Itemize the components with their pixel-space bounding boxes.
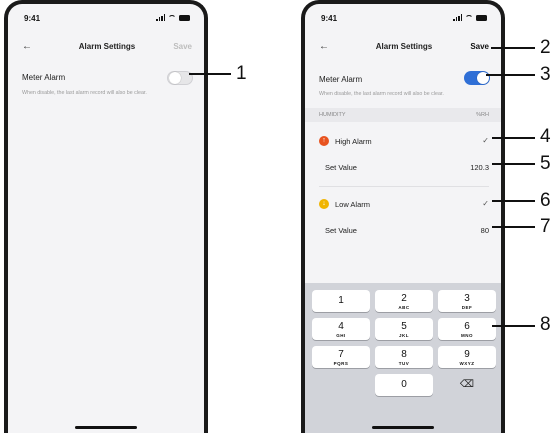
callout-line-3	[486, 74, 535, 76]
callout-6: 6	[540, 190, 551, 211]
checkmark-icon[interactable]: ✓	[482, 136, 489, 145]
high-alarm-label: High Alarm	[335, 137, 372, 146]
wifi-icon	[465, 14, 473, 21]
low-set-value-row[interactable]: Set Value 80	[319, 225, 489, 237]
key-4[interactable]: 4 GHI	[312, 318, 370, 340]
callout-line-6	[492, 200, 535, 202]
high-set-value[interactable]: 120.3	[470, 163, 489, 172]
low-alarm-label: Low Alarm	[335, 200, 371, 209]
status-bar: 9:41	[321, 14, 487, 26]
phone-screen-alarm-on: 9:41 ← Alarm Settings Save Meter Alarm W…	[301, 0, 505, 433]
backspace-icon[interactable]: ⌫	[438, 374, 496, 396]
nav-bar: ← Alarm Settings Save	[319, 40, 489, 56]
callout-line-1	[189, 73, 231, 75]
key-3[interactable]: 3 DEF	[438, 290, 496, 312]
section-title: HUMIDITY	[319, 112, 346, 118]
home-indicator	[75, 426, 137, 429]
low-set-value[interactable]: 80	[481, 226, 489, 235]
save-button[interactable]: Save	[470, 42, 489, 51]
callout-line-7	[492, 226, 535, 228]
callout-4: 4	[540, 126, 551, 147]
status-time: 9:41	[321, 14, 338, 23]
callout-5: 5	[540, 153, 551, 174]
callout-1: 1	[236, 63, 247, 84]
callout-7: 7	[540, 216, 551, 237]
arrow-down-icon: ↓	[319, 199, 329, 209]
key-0[interactable]: 0	[375, 374, 433, 396]
meter-alarm-hint: When disable, the last alarm record will…	[22, 90, 147, 96]
status-bar: 9:41	[24, 14, 190, 26]
key-5[interactable]: 5 JKL	[375, 318, 433, 340]
callout-3: 3	[540, 64, 551, 85]
meter-alarm-label: Meter Alarm	[319, 75, 363, 84]
callout-line-5	[492, 163, 535, 165]
divider	[319, 186, 489, 187]
humidity-section-header: HUMIDITY %RH	[305, 108, 501, 122]
section-unit: %RH	[476, 112, 489, 118]
high-alarm-row[interactable]: ↑ High Alarm ✓	[319, 136, 489, 148]
callout-8: 8	[540, 314, 551, 335]
callout-line-4	[492, 137, 535, 139]
status-icons	[156, 14, 190, 21]
key-7[interactable]: 7 PQRS	[312, 346, 370, 368]
key-9[interactable]: 9 WXYZ	[438, 346, 496, 368]
nav-bar: ← Alarm Settings Save	[22, 40, 192, 56]
wifi-icon	[168, 14, 176, 21]
set-value-label: Set Value	[325, 163, 357, 172]
key-8[interactable]: 8 TUV	[375, 346, 433, 368]
callout-line-2	[491, 47, 535, 49]
callout-line-8	[492, 325, 535, 327]
checkmark-icon[interactable]: ✓	[482, 199, 489, 208]
status-icons	[453, 14, 487, 21]
toggle-knob	[169, 72, 181, 84]
signal-icon	[156, 14, 165, 21]
meter-alarm-label: Meter Alarm	[22, 73, 66, 82]
status-time: 9:41	[24, 14, 41, 23]
arrow-up-icon: ↑	[319, 136, 329, 146]
key-6[interactable]: 6 MNO	[438, 318, 496, 340]
meter-alarm-hint: When disable, the last alarm record will…	[319, 91, 444, 97]
key-1[interactable]: 1	[312, 290, 370, 312]
callout-2: 2	[540, 37, 551, 58]
low-alarm-row[interactable]: ↓ Low Alarm ✓	[319, 199, 489, 211]
signal-icon	[453, 14, 462, 21]
page-title: Alarm Settings	[78, 42, 136, 51]
phone-screen-alarm-off: 9:41 ← Alarm Settings Save Meter Alarm W…	[4, 0, 208, 433]
home-indicator	[372, 426, 434, 429]
battery-icon	[476, 14, 487, 21]
high-set-value-row[interactable]: Set Value 120.3	[319, 162, 489, 174]
save-button[interactable]: Save	[173, 42, 192, 51]
set-value-label: Set Value	[325, 226, 357, 235]
numeric-keypad: 1 2 ABC 3 DEF 4 GHI 5 JKL 6 MNO 7 PQRS 8 TUV 9W…	[305, 283, 501, 433]
page-title: Alarm Settings	[375, 42, 433, 51]
battery-icon	[179, 14, 190, 21]
key-2[interactable]: 2 ABC	[375, 290, 433, 312]
